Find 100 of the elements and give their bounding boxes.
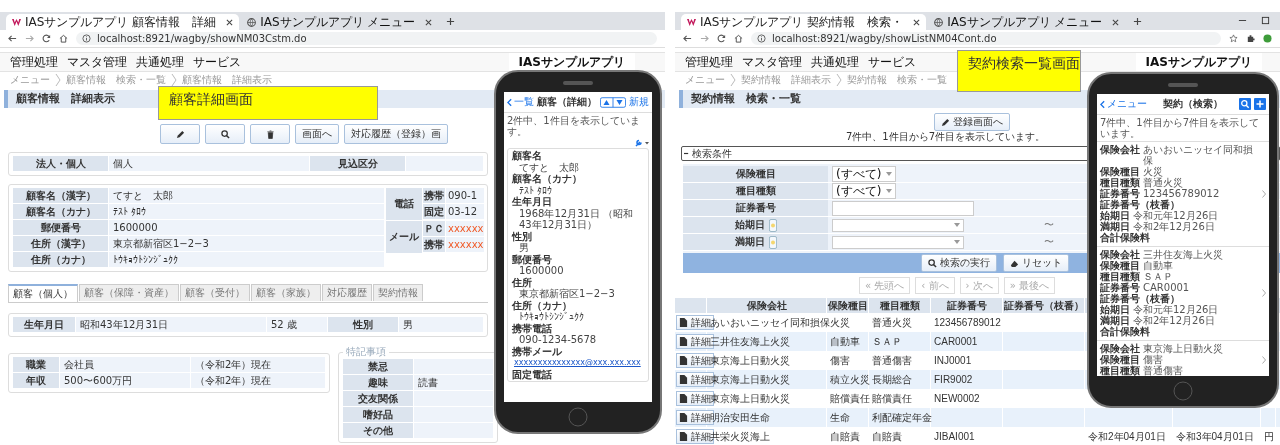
- field-label: 郵便番号: [512, 253, 553, 265]
- menu-item[interactable]: サービス: [868, 53, 916, 71]
- close-icon[interactable]: [226, 18, 234, 26]
- field-label: 職業: [13, 357, 59, 372]
- home-icon[interactable]: [59, 34, 68, 43]
- back-icon[interactable]: [683, 34, 692, 43]
- app-title: IASサンプルアプリ: [1135, 53, 1262, 71]
- date-field[interactable]: [832, 235, 964, 249]
- back-link[interactable]: 一覧: [507, 95, 534, 109]
- column-header: 保険種目: [827, 298, 869, 313]
- column-header: 保険会社: [707, 298, 827, 313]
- select-field[interactable]: (すべて): [832, 166, 897, 182]
- document-icon: [679, 394, 688, 403]
- field-value: （令和2年）現在: [191, 373, 325, 388]
- field-label: 顧客名: [512, 150, 543, 162]
- address-field[interactable]: localhost:8921/wagby/showListNM04Cont.do: [751, 32, 1221, 45]
- trash-icon: [265, 129, 275, 139]
- field-label: 年収: [13, 373, 59, 388]
- forward-icon[interactable]: [700, 34, 709, 43]
- menu-item[interactable]: 管理処理: [685, 53, 733, 71]
- info-icon: [757, 34, 766, 43]
- table-cell: 自賠責: [869, 427, 931, 445]
- field-value: 会社員: [60, 357, 190, 372]
- menu-item[interactable]: マスタ管理: [67, 53, 127, 71]
- action-button[interactable]: 画面へ: [295, 124, 339, 144]
- tab[interactable]: 契約情報: [373, 284, 423, 301]
- back-icon[interactable]: [8, 34, 17, 43]
- new-tab-icon[interactable]: [446, 17, 456, 26]
- address-field[interactable]: localhost:8921/wagby/showNM03Cstm.do: [76, 32, 657, 45]
- back-link[interactable]: メニュー: [1100, 97, 1147, 111]
- action-button[interactable]: [250, 124, 290, 144]
- up-down-buttons-icon[interactable]: [600, 96, 626, 108]
- field-label: 満期日: [734, 235, 765, 249]
- menu-item[interactable]: 管理処理: [10, 53, 58, 71]
- action-button[interactable]: 対応履歴（登録）画: [344, 124, 448, 144]
- home-icon[interactable]: [734, 34, 743, 43]
- tab[interactable]: 顧客（保障・資産）: [79, 284, 179, 301]
- logo-icon: [12, 17, 21, 27]
- field-label: 住所（漢字）: [13, 236, 108, 251]
- search-button[interactable]: リセット: [1003, 254, 1069, 272]
- speaker-icon: [1168, 83, 1198, 87]
- menu-item[interactable]: 共通処理: [136, 53, 184, 71]
- maximize-icon[interactable]: [1261, 16, 1270, 25]
- browser-tab[interactable]: IASサンプルアプリ 契約情報 検索・: [681, 14, 927, 30]
- action-button[interactable]: [205, 124, 245, 144]
- list-item[interactable]: 保険会社 東京海上日動火災 保険種目 傷害 種目種類 普通傷害: [1097, 340, 1269, 376]
- search-icon[interactable]: [1239, 98, 1251, 110]
- reload-icon[interactable]: [42, 34, 51, 43]
- close-icon[interactable]: [1112, 18, 1120, 26]
- add-icon[interactable]: [1254, 98, 1266, 110]
- field-value: 男: [399, 317, 483, 332]
- search-button[interactable]: 検索の実行: [921, 254, 997, 272]
- screen-title: 顧客（詳細）: [537, 95, 597, 109]
- date-field[interactable]: [832, 218, 964, 232]
- extension-icon[interactable]: [1246, 34, 1255, 43]
- document-icon: [679, 375, 688, 384]
- tab[interactable]: 顧客（受付）: [180, 284, 250, 301]
- reload-icon[interactable]: [717, 34, 726, 43]
- document-icon: [679, 318, 688, 327]
- star-icon[interactable]: [1229, 34, 1238, 43]
- field-value: 1600000: [518, 265, 565, 277]
- browser-tab[interactable]: IASサンプルアプリ メニュー: [241, 14, 439, 30]
- tab[interactable]: 対応履歴: [322, 284, 372, 301]
- field-label: 証券番号: [735, 201, 776, 215]
- field-value: ﾃｽﾄ ﾀﾛｳ: [109, 204, 384, 219]
- browser-tab[interactable]: IASサンプルアプリ 顧客情報 詳細: [6, 14, 240, 30]
- table-cell: 利配確定年金: [869, 408, 931, 427]
- app-title: IASサンプルアプリ: [508, 53, 635, 71]
- field-label: 保険種目: [1100, 354, 1140, 365]
- globe-icon: [247, 17, 257, 27]
- menu-item[interactable]: マスタ管理: [742, 53, 802, 71]
- new-tab-icon[interactable]: [1133, 17, 1143, 26]
- tab[interactable]: 顧客（家族）: [251, 284, 321, 301]
- field-label: 保険種目: [1100, 260, 1140, 271]
- list-item[interactable]: 保険会社 三井住友海上火災 保険種目 自動車 種目種類 ＳＡＰ 証券番号 CAR0001 証券番号（枝番） 始期日 令和元年12月26日 満期日 令和2年12月26日 合計保険料: [1097, 246, 1269, 340]
- column-header: 種目種類: [869, 298, 931, 313]
- document-icon: [679, 356, 688, 365]
- avatar-icon[interactable]: [1263, 34, 1272, 43]
- menu-item[interactable]: 共通処理: [811, 53, 859, 71]
- table-cell: 円: [1261, 427, 1276, 445]
- wrench-menu-icon[interactable]: [635, 139, 649, 147]
- field-value: 普通傷害: [1143, 365, 1183, 376]
- input-field[interactable]: [832, 200, 974, 216]
- field-value: 令和2年12月26日: [1133, 221, 1215, 232]
- register-button[interactable]: 登録画面へ: [934, 113, 1010, 131]
- list-item[interactable]: 保険会社 あいおいニッセイ同和損保 保険種目 火災 種目種類 普通火災 証券番号 123456789012 証券番号（枝番） 始期日 令和元年12月26日 満期日 令和2年12月26日 合計保険料: [1097, 141, 1269, 246]
- tab[interactable]: 顧客（個人）: [8, 284, 78, 302]
- close-icon[interactable]: [425, 18, 433, 26]
- forward-icon[interactable]: [25, 34, 34, 43]
- browser-tab[interactable]: IASサンプルアプリ メニュー: [928, 14, 1126, 30]
- field-value: 個人: [109, 156, 309, 171]
- email-link[interactable]: xxxxxxxxxxxxxxx@xxx.xxx.xxx: [512, 357, 644, 369]
- field-value: ＳＡＰ: [1143, 271, 1173, 282]
- field-label: 性別: [512, 230, 533, 242]
- field-label: 郵便番号: [13, 220, 108, 235]
- new-link[interactable]: 新規: [629, 95, 649, 109]
- menu-item[interactable]: サービス: [193, 53, 241, 71]
- select-field[interactable]: (すべて): [832, 183, 897, 199]
- close-icon[interactable]: [913, 18, 921, 26]
- field-label: 携帯: [423, 237, 445, 252]
